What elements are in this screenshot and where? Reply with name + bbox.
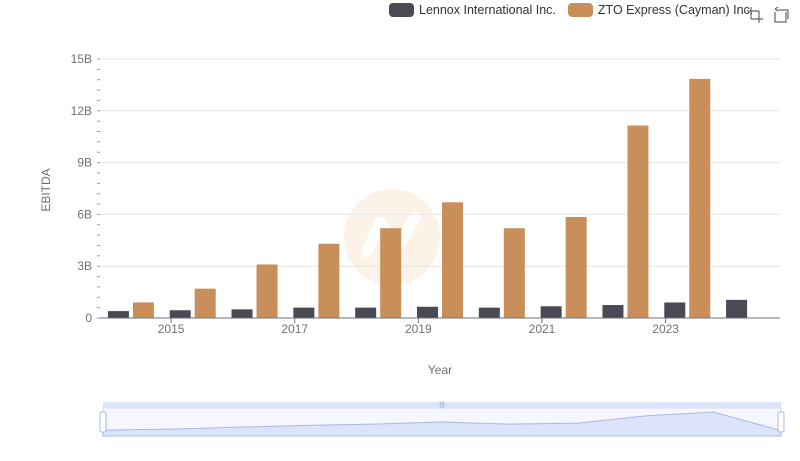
x-tick-label: 2015 [158,322,185,336]
bar-lennox[interactable] [169,310,191,318]
x-axis-label: Year [428,363,452,377]
x-tick-label: 2023 [652,322,679,336]
y-tick-label: 3B [77,259,92,273]
slider-grip-icon[interactable]: ||| [439,402,445,409]
bar-zto[interactable] [318,243,340,318]
x-tick-label: 2021 [529,322,556,336]
bar-zto[interactable] [503,228,525,318]
bar-lennox[interactable] [417,306,438,318]
y-tick-label: 0 [85,311,92,325]
y-tick-label: 6B [77,207,92,221]
bar-zto[interactable] [256,264,278,318]
bar-zto[interactable] [194,288,216,318]
bar-zto[interactable] [565,216,587,318]
x-tick-label: 2019 [405,322,432,336]
bar-zto[interactable] [627,125,649,318]
bar-lennox[interactable] [540,306,562,318]
bar-lennox[interactable] [602,305,624,318]
bar-lennox[interactable] [478,307,500,318]
bar-lennox[interactable] [107,311,129,318]
bar-chart: 0 3B 6B 9B 12B 15B 2015 2017 2019 2021 2023 EBITDA… [39,52,785,437]
bar-zto[interactable] [442,202,463,318]
bar-zto[interactable] [380,228,402,318]
bar-lennox[interactable] [293,307,315,318]
x-tick-label: 2017 [281,322,308,336]
slider-handle-left[interactable] [99,411,107,433]
bar-zto[interactable] [132,302,154,318]
bar-lennox[interactable] [231,309,253,318]
bar-lennox[interactable] [664,302,686,318]
y-tick-label: 9B [77,156,92,170]
slider-handle-right[interactable] [777,411,785,433]
bar-lennox[interactable] [726,299,748,318]
data-zoom-slider[interactable]: ||| [99,402,785,437]
bar-lennox[interactable] [355,307,377,318]
y-axis-label: EBITDA [39,168,53,211]
y-tick-label: 12B [71,104,92,118]
bar-zto[interactable] [689,78,711,319]
y-tick-label: 15B [71,52,92,66]
